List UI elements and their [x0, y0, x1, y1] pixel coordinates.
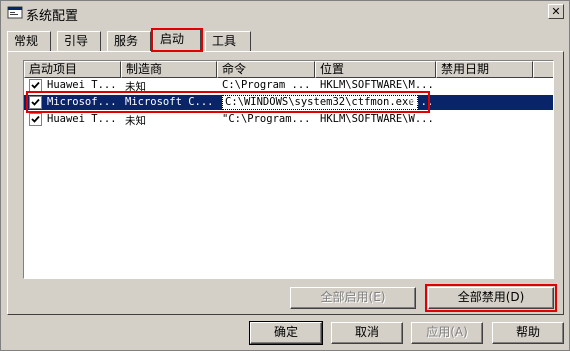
close-icon: ✕: [551, 5, 561, 18]
row-item-name: Huawei T...: [47, 79, 117, 91]
check-icon: [31, 115, 40, 123]
system-config-window: 系统配置 ✕ 常规 引导 服务 启动 工具 启动项目 制造商 命令 位置 禁用日…: [0, 0, 570, 351]
window-title: 系统配置: [26, 9, 79, 24]
title-bar: 系统配置 ✕: [2, 2, 568, 24]
tab-general[interactable]: 常规: [7, 31, 51, 51]
row-location: HKLM\SOFTWARE\W...: [320, 113, 434, 125]
apply-button[interactable]: 应用(A): [411, 322, 483, 344]
row-location: HKLM\SOFTWARE\M...: [320, 79, 434, 91]
row-checkbox[interactable]: [29, 113, 42, 126]
help-button[interactable]: 帮助: [492, 322, 564, 344]
check-icon: [31, 81, 40, 89]
close-button[interactable]: ✕: [548, 4, 564, 19]
startup-tab-highlight: [151, 28, 203, 52]
tab-tools[interactable]: 工具: [205, 31, 251, 51]
tab-services[interactable]: 服务: [107, 31, 151, 51]
enable-all-button[interactable]: 全部启用(E): [290, 287, 416, 309]
selected-row-highlight: [26, 91, 430, 113]
col-header-item[interactable]: 启动项目: [24, 61, 121, 78]
row-command: "C:\Program...: [222, 113, 311, 125]
col-header-filler: [533, 61, 553, 78]
col-header-maker[interactable]: 制造商: [121, 61, 217, 78]
row-item-name: Huawei T...: [47, 113, 117, 125]
col-header-location[interactable]: 位置: [315, 61, 436, 78]
ok-button[interactable]: 确定: [249, 321, 323, 345]
col-header-disabled-date[interactable]: 禁用日期: [436, 61, 533, 78]
col-header-command[interactable]: 命令: [217, 61, 315, 78]
table-row[interactable]: Huawei T... 未知 "C:\Program... HKLM\SOFTW…: [24, 112, 553, 127]
app-icon: [7, 5, 23, 21]
row-command: C:\Program ...: [222, 79, 311, 91]
disable-all-highlight: [425, 284, 557, 312]
tab-boot[interactable]: 引导: [57, 31, 101, 51]
row-maker: 未知: [125, 115, 146, 127]
cancel-button[interactable]: 取消: [331, 322, 403, 344]
